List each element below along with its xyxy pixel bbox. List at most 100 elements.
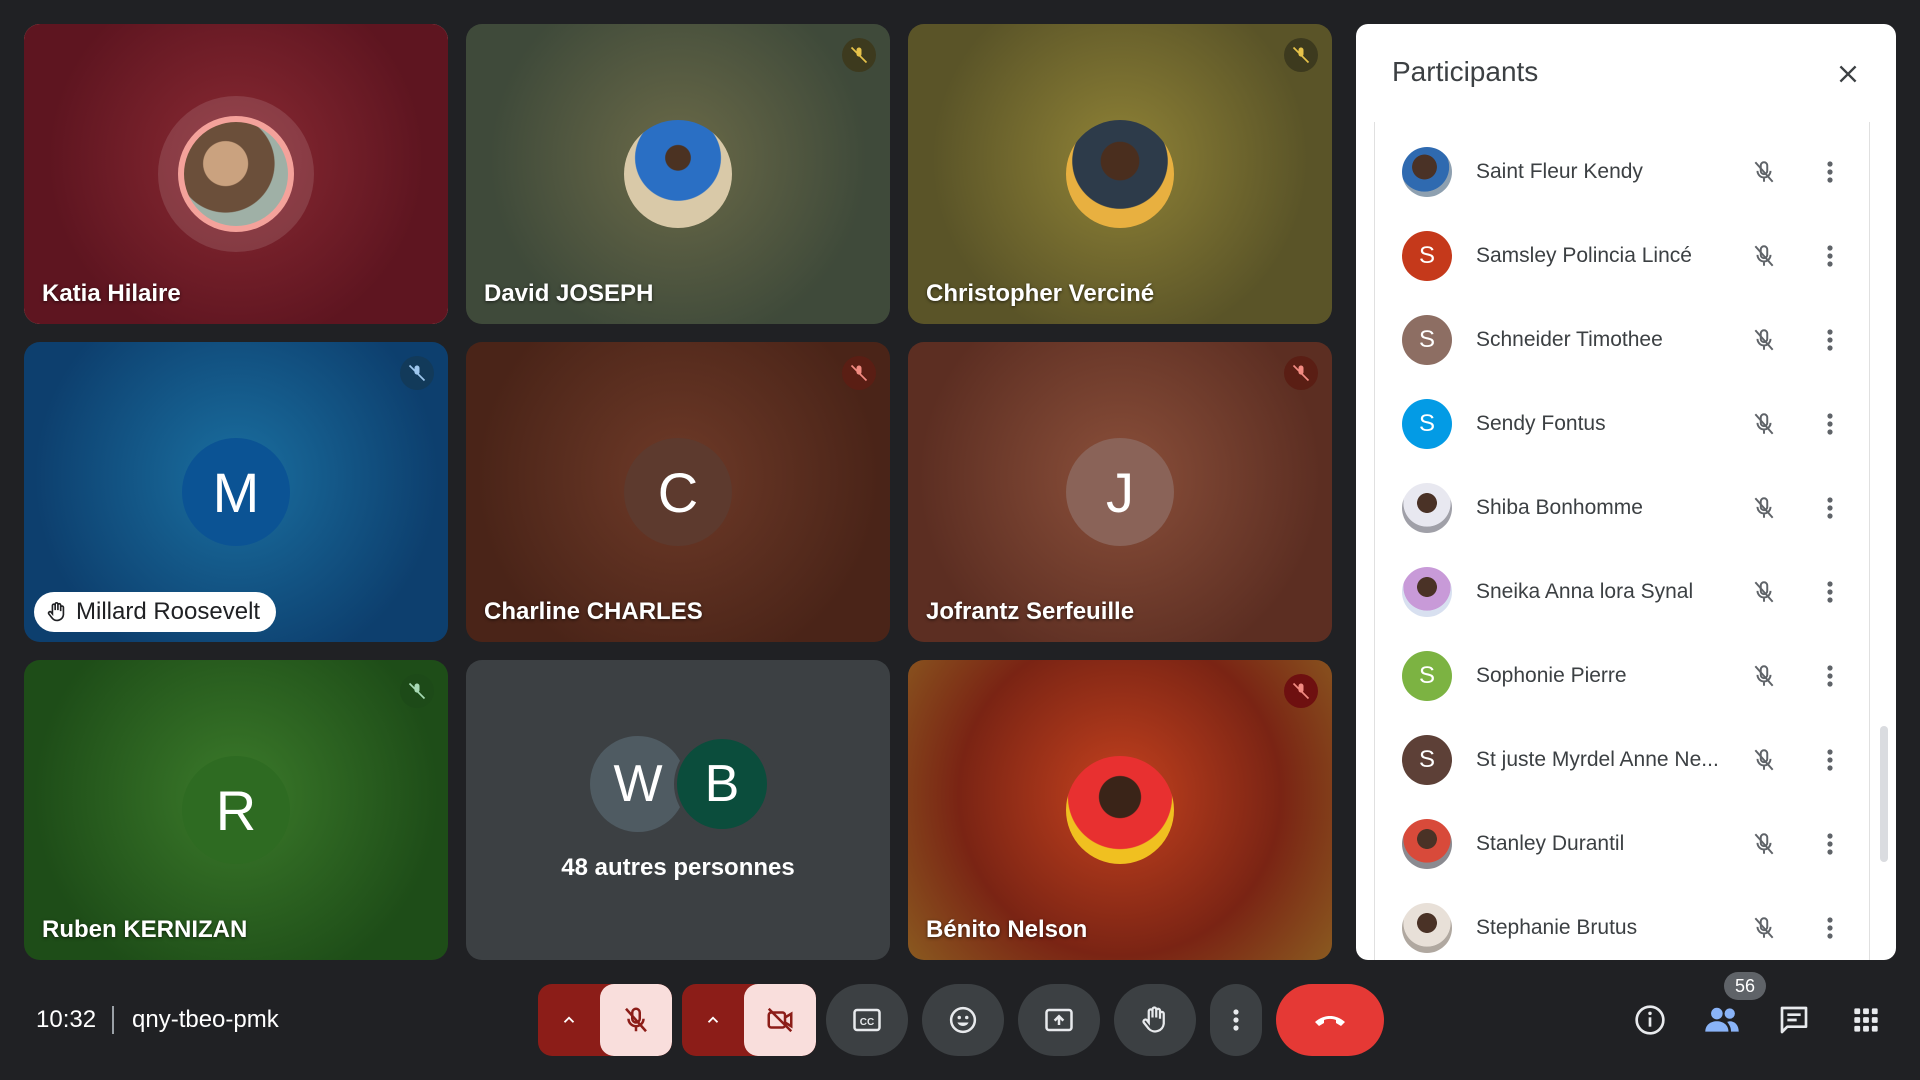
more-vert-icon[interactable] — [1812, 154, 1848, 190]
more-vert-icon[interactable] — [1812, 322, 1848, 358]
participant-avatar — [184, 122, 288, 226]
participant-row[interactable]: Shiba Bonhomme — [1402, 466, 1856, 550]
emoji-reactions-button[interactable] — [922, 984, 1004, 1056]
present-icon — [1045, 1008, 1073, 1032]
scrollbar[interactable] — [1880, 726, 1888, 862]
chat-button[interactable] — [1770, 996, 1818, 1044]
apps-icon — [1854, 1008, 1878, 1032]
tile-ruben-kernizan[interactable]: R Ruben KERNIZAN — [24, 660, 448, 960]
mic-off-icon[interactable] — [1746, 742, 1782, 778]
participant-avatar — [1402, 567, 1452, 617]
participant-name: Stephanie Brutus — [1476, 916, 1638, 939]
mic-off-icon[interactable] — [1746, 490, 1782, 526]
avatar-initial: S — [1418, 746, 1435, 773]
tile-christopher-vercine[interactable]: Christopher Verciné — [908, 24, 1332, 324]
participant-row[interactable]: S Sendy Fontus — [1402, 382, 1856, 466]
participant-row[interactable]: S Samsley Polincia Lincé — [1402, 214, 1856, 298]
mic-off-icon[interactable] — [1746, 238, 1782, 274]
participant-name: Samsley Polincia Lincé — [1476, 244, 1692, 267]
mic-off-icon[interactable] — [1746, 826, 1782, 862]
participant-name: Sneika Anna lora Synal — [1476, 580, 1694, 603]
tile-jofrantz-serfeuille[interactable]: J Jofrantz Serfeuille — [908, 342, 1332, 642]
mic-off-icon[interactable] — [1746, 154, 1782, 190]
tile-katia-hilaire[interactable]: Katia Hilaire — [24, 24, 448, 324]
people-button[interactable] — [1698, 996, 1746, 1044]
more-vert-icon[interactable] — [1812, 742, 1848, 778]
participant-name: Stanley Durantil — [1476, 832, 1625, 855]
mic-off-icon[interactable] — [1746, 406, 1782, 442]
participant-name: Sendy Fontus — [1476, 412, 1606, 435]
avatar-initial: S — [1418, 662, 1435, 689]
mic-off-icon — [842, 356, 876, 390]
participant-name: Charline CHARLES — [484, 598, 703, 625]
participant-name: Christopher Verciné — [926, 280, 1155, 307]
more-vert-icon[interactable] — [1812, 910, 1848, 946]
mic-off-icon — [842, 38, 876, 72]
mic-off-icon — [1284, 674, 1318, 708]
chevron-up-icon[interactable] — [538, 984, 600, 1056]
more-vert-icon[interactable] — [1812, 658, 1848, 694]
more-vert-icon[interactable] — [1812, 574, 1848, 610]
others-count-label: 48 autres personnes — [561, 854, 795, 881]
leave-call-button[interactable] — [1276, 984, 1384, 1056]
participant-avatar — [1402, 819, 1452, 869]
more-vert-icon[interactable] — [1812, 826, 1848, 862]
chevron-up-icon[interactable] — [682, 984, 744, 1056]
participant-row[interactable]: S Sophonie Pierre — [1402, 634, 1856, 718]
raise-hand-button[interactable] — [1114, 984, 1196, 1056]
mic-off-icon[interactable] — [1746, 658, 1782, 694]
tile-benito-nelson[interactable]: Bénito Nelson — [908, 660, 1332, 960]
participant-list: Saint Fleur Kendy S Samsley Polincia Lin… — [1402, 130, 1856, 960]
meeting-details-button[interactable] — [1626, 996, 1674, 1044]
camera-control-group — [682, 984, 816, 1056]
participant-row[interactable]: Stephanie Brutus — [1402, 886, 1856, 960]
avatar-initial: W — [613, 755, 663, 813]
tile-charline-charles[interactable]: C Charline CHARLES — [466, 342, 890, 642]
participant-row[interactable]: S St juste Myrdel Anne Ne... — [1402, 718, 1856, 802]
tile-millard-roosevelt[interactable]: M Millard Roosevelt — [24, 342, 448, 642]
activities-button[interactable] — [1842, 996, 1890, 1044]
tile-david-joseph[interactable]: David JOSEPH — [466, 24, 890, 324]
mic-toggle-button[interactable] — [600, 984, 672, 1056]
tile-others[interactable]: W B 48 autres personnes — [466, 660, 890, 960]
chat-icon — [1780, 1006, 1808, 1034]
meeting-code[interactable]: qny-tbeo-pmk — [132, 1006, 279, 1034]
avatar-initial: S — [1418, 410, 1435, 437]
participant-row[interactable]: S Schneider Timothee — [1402, 298, 1856, 382]
present-screen-button[interactable] — [1018, 984, 1100, 1056]
raise-hand-icon — [47, 602, 65, 622]
close-icon[interactable] — [1828, 54, 1868, 94]
participant-avatar — [1402, 147, 1452, 197]
participant-avatar: J — [1066, 438, 1174, 546]
more-vert-icon[interactable] — [1812, 238, 1848, 274]
mic-off-icon[interactable] — [1746, 574, 1782, 610]
avatar-initial: M — [212, 460, 260, 524]
others-avatar-b: B — [674, 736, 770, 832]
captions-button[interactable]: CC — [826, 984, 908, 1056]
participant-avatar — [1066, 120, 1174, 228]
mic-off-icon[interactable] — [1746, 322, 1782, 358]
participant-name: Schneider Timothee — [1476, 328, 1663, 351]
svg-text:CC: CC — [860, 1017, 874, 1028]
info-icon — [1635, 1005, 1665, 1035]
participant-avatar: C — [624, 438, 732, 546]
mic-off-icon — [625, 1007, 647, 1033]
participant-name: Bénito Nelson — [926, 916, 1088, 943]
divider — [112, 1006, 114, 1034]
more-vert-icon[interactable] — [1812, 406, 1848, 442]
participant-avatar: S — [1402, 735, 1452, 785]
participant-name: Jofrantz Serfeuille — [926, 598, 1135, 625]
camera-toggle-button[interactable] — [744, 984, 816, 1056]
participant-avatar: S — [1402, 651, 1452, 701]
mic-off-icon[interactable] — [1746, 910, 1782, 946]
more-vert-icon[interactable] — [1812, 490, 1848, 526]
participant-avatar: M — [182, 438, 290, 546]
participant-avatar — [1402, 903, 1452, 953]
participant-row[interactable]: Sneika Anna lora Synal — [1402, 550, 1856, 634]
more-options-button[interactable] — [1210, 984, 1262, 1056]
avatar-initial: S — [1418, 326, 1435, 353]
panel-title: Participants — [1392, 56, 1539, 87]
participant-row[interactable]: Stanley Durantil — [1402, 802, 1856, 886]
participant-row[interactable]: Saint Fleur Kendy — [1402, 130, 1856, 214]
clock: 10:32 — [36, 1006, 97, 1033]
